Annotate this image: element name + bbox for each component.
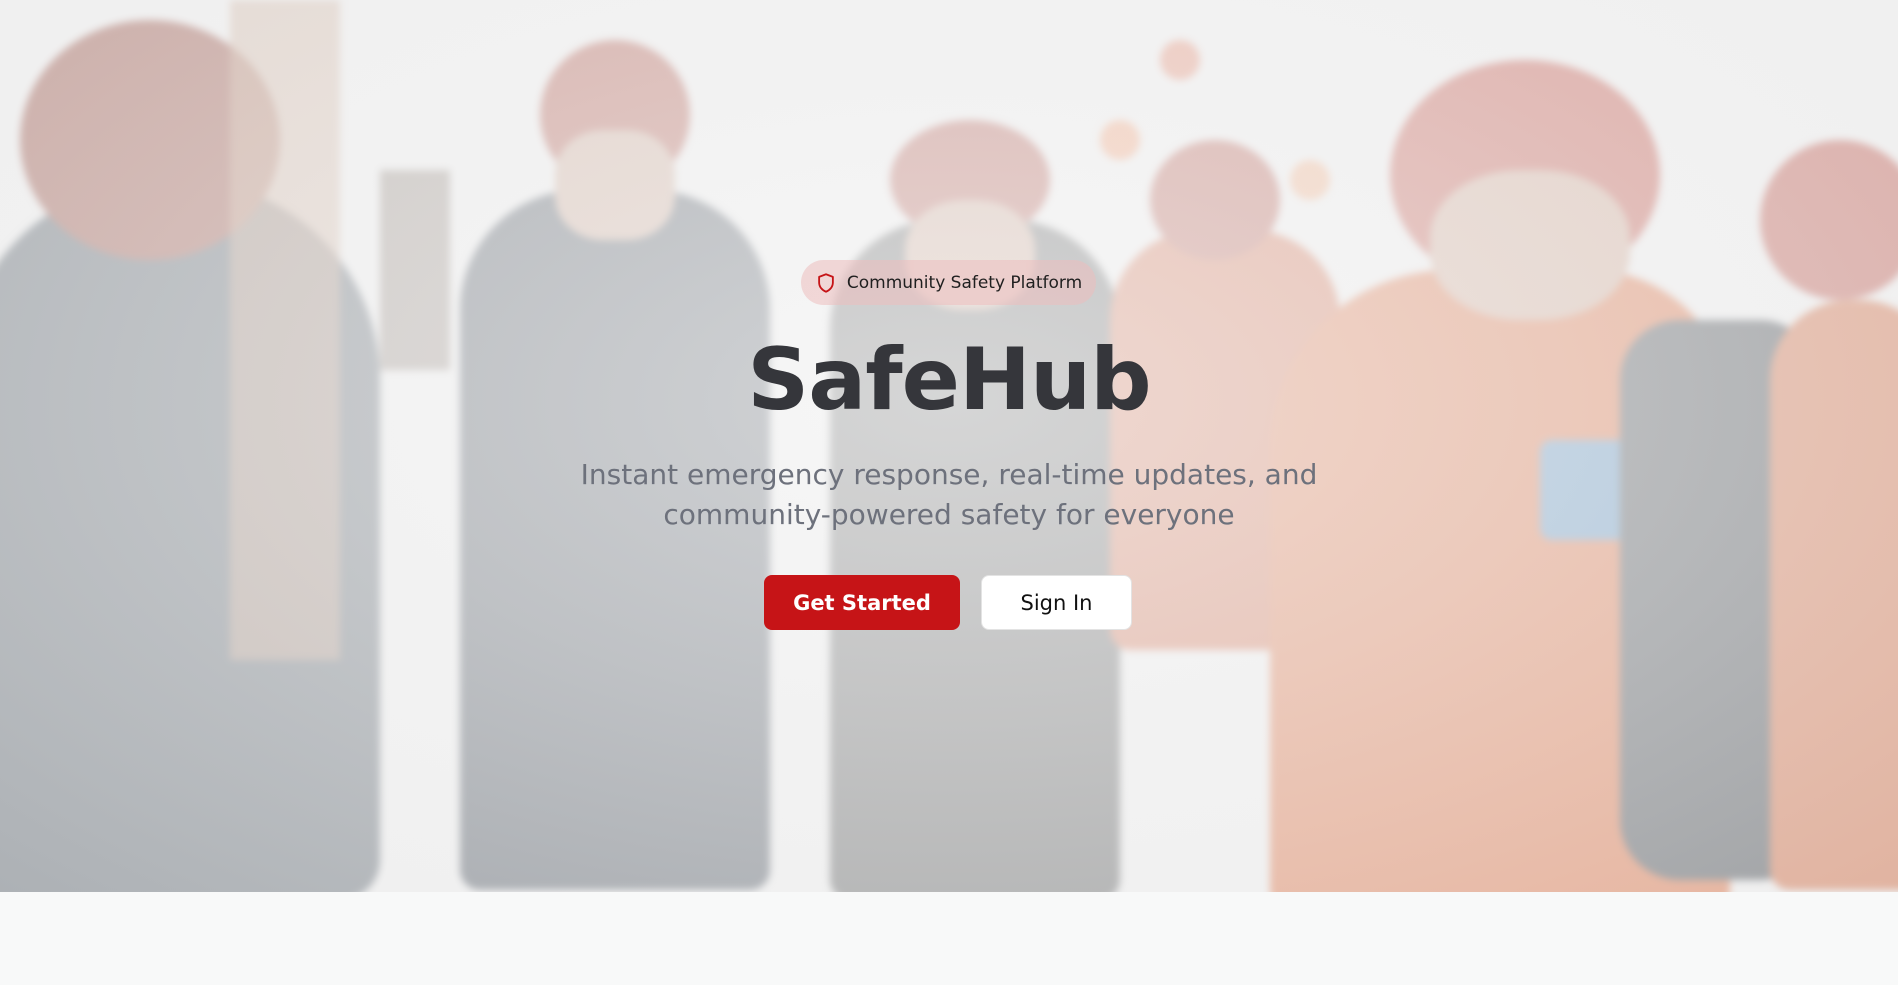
get-started-button[interactable]: Get Started	[764, 575, 960, 630]
hero-section: Community Safety Platform SafeHub Instan…	[0, 0, 1898, 892]
sign-in-button[interactable]: Sign In	[981, 575, 1132, 630]
page-title: SafeHub	[747, 330, 1151, 430]
badge-label: Community Safety Platform	[846, 272, 1083, 293]
shield-icon	[815, 272, 837, 294]
platform-badge: Community Safety Platform	[801, 260, 1096, 305]
hero-content: Community Safety Platform SafeHub Instan…	[0, 0, 1898, 892]
hero-subtitle: Instant emergency response, real-time up…	[580, 458, 1318, 531]
below-fold-section	[0, 892, 1898, 985]
